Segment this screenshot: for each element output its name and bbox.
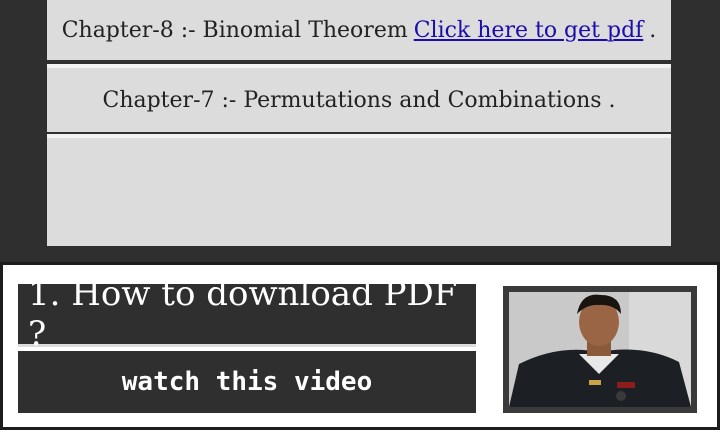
chapter-8-suffix: . (649, 17, 657, 43)
profile-photo-frame (503, 286, 697, 413)
empty-row (47, 134, 671, 246)
promo-title: 1. How to download PDF ? (18, 274, 476, 354)
chapter-row-7: Chapter-7 :- Permutations and Combinatio… (47, 64, 671, 132)
video-promo-panel: 1. How to download PDF ? watch this vide… (0, 262, 720, 430)
chapter-7-label: Chapter-7 :- Permutations and Combinatio… (102, 87, 616, 113)
watch-video-button[interactable]: watch this video (18, 351, 476, 413)
chapter-8-label: Chapter-8 :- Binomial Theorem (61, 17, 408, 43)
chapter-row-8: Chapter-8 :- Binomial Theorem Click here… (47, 0, 671, 60)
person-photo-icon (509, 292, 691, 407)
get-pdf-link[interactable]: Click here to get pdf (414, 18, 644, 43)
